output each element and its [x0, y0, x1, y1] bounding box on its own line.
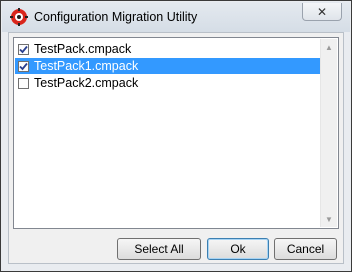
cancel-button[interactable]: Cancel	[274, 238, 337, 260]
vertical-scrollbar[interactable]: ▲ ▼	[320, 39, 337, 227]
close-icon: ✕	[316, 4, 328, 19]
list-item-label: TestPack.cmpack	[34, 42, 132, 56]
select-all-button[interactable]: Select All	[117, 238, 201, 260]
window-title: Configuration Migration Utility	[34, 10, 198, 24]
dialog-body: TestPack.cmpack TestPack1.cmpack TestPac…	[8, 32, 344, 264]
app-window: Configuration Migration Utility ✕ TestPa…	[0, 0, 352, 272]
title-bar[interactable]: Configuration Migration Utility ✕	[2, 2, 350, 32]
close-button[interactable]: ✕	[302, 3, 342, 21]
scroll-down-icon[interactable]: ▼	[321, 211, 337, 227]
scroll-up-icon[interactable]: ▲	[321, 39, 337, 55]
list-item[interactable]: TestPack2.cmpack	[15, 75, 321, 91]
list-item-label: TestPack2.cmpack	[34, 76, 139, 90]
checkbox[interactable]	[18, 43, 29, 55]
list-item-label: TestPack1.cmpack	[34, 59, 139, 73]
list-item[interactable]: TestPack.cmpack	[15, 41, 321, 57]
gear-app-icon	[10, 8, 28, 26]
ok-button[interactable]: Ok	[207, 238, 269, 260]
pack-listbox[interactable]: TestPack.cmpack TestPack1.cmpack TestPac…	[13, 37, 339, 229]
checkbox[interactable]	[18, 60, 29, 72]
list-item[interactable]: TestPack1.cmpack	[15, 58, 321, 74]
checkbox[interactable]	[18, 77, 29, 89]
